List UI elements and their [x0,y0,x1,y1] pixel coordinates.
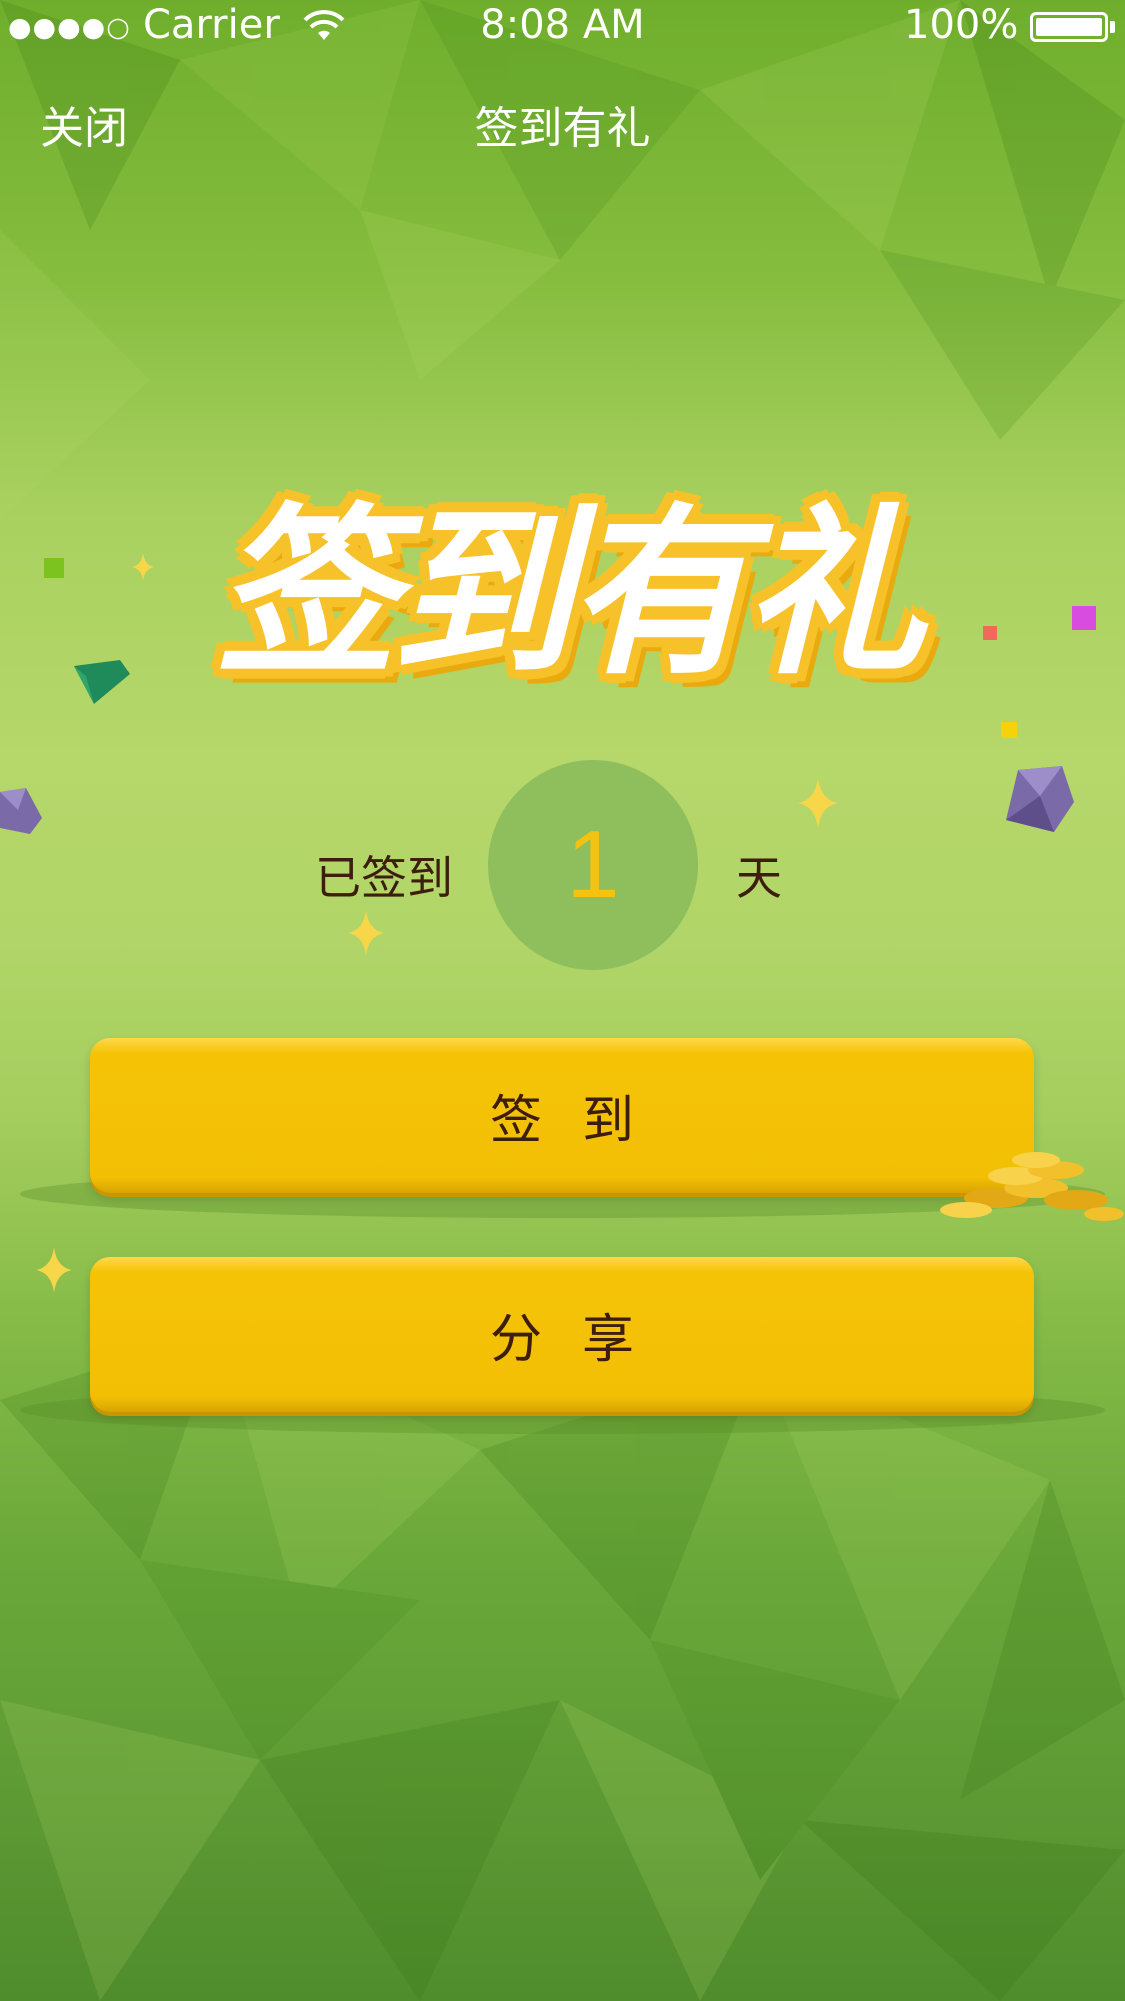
page-title: 签到有礼 [474,103,651,154]
checkin-suffix-label: 天 [736,851,782,905]
checkin-button[interactable]: 签到 [90,1038,1034,1193]
confetti-magenta-square-icon [1072,606,1096,630]
share-button[interactable]: 分享 [90,1257,1034,1412]
battery-tip-icon [1110,21,1115,33]
checkin-prefix-label: 已签到 [315,851,453,905]
battery-percentage: 100% [904,2,1019,48]
share-button-label: 分享 [489,1310,674,1370]
confetti-yellow-square-icon [1001,722,1017,738]
gem-green-icon [74,660,130,704]
day-count: 1 [566,811,620,918]
background-pattern [0,0,1125,2001]
navigation-bar: 关闭 签到有礼 [0,80,1125,160]
banner-title: 签到有礼 [215,486,925,699]
banner-logo: 签到有礼 [136,452,998,702]
gold-coins-icon [940,1152,1124,1221]
battery-icon [1030,12,1108,42]
checkin-button-label: 签到 [489,1091,674,1151]
sparkle-star-icon [36,1247,72,1293]
checkin-status: 已签到 1 天 [0,760,1125,970]
confetti-green-square-icon [44,558,64,578]
status-bar: ●●●●○ Carrier 8:08 AM 100% [0,0,1125,52]
